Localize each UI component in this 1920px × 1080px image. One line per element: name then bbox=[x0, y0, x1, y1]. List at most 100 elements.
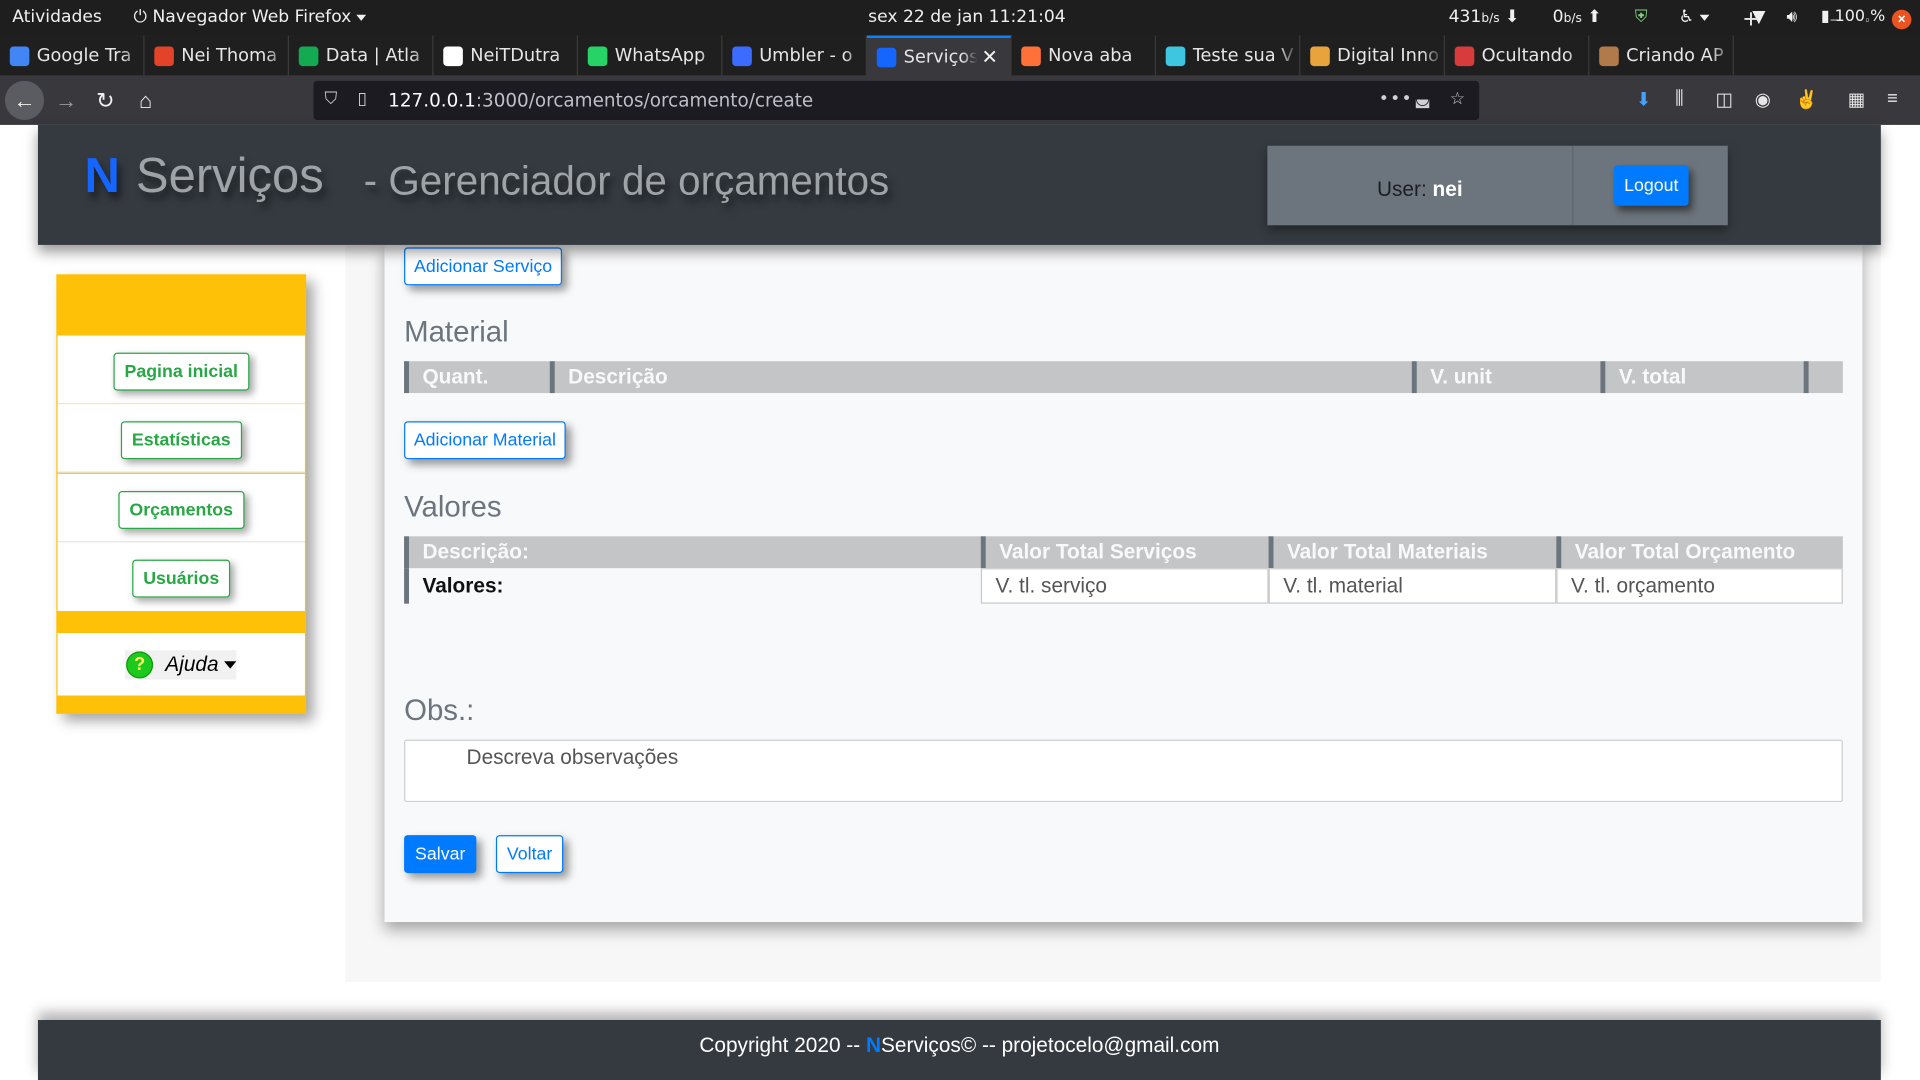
system-top-bar: Atividades ⏻ Navegador Web Firefox sex 2… bbox=[0, 0, 1920, 36]
n-logo-icon bbox=[876, 47, 897, 67]
extensions-grid-icon[interactable]: ▦ bbox=[1848, 88, 1865, 110]
browser-tab[interactable]: Nova aba bbox=[1011, 35, 1156, 76]
google-translate-icon bbox=[9, 45, 30, 66]
page-footer: Copyright 2020 -- NServiços© -- projetoc… bbox=[37, 1020, 1881, 1080]
shield-icon[interactable]: ⛨ bbox=[1635, 7, 1648, 27]
tab-label: Teste sua V bbox=[1192, 45, 1294, 66]
material-table-header: Quant. Descrição V. unit V. total bbox=[404, 361, 1843, 394]
add-service-button[interactable]: Adicionar Serviço bbox=[404, 247, 563, 286]
downloads-icon[interactable]: ⬇ bbox=[1636, 88, 1651, 110]
accessibility-icon[interactable]: ♿ bbox=[1679, 7, 1709, 27]
footer-contact: Serviços© -- projetocelo@gmail.com bbox=[881, 1033, 1220, 1057]
total-servicos-field[interactable]: V. tl. serviço bbox=[980, 568, 1269, 604]
reload-button[interactable]: ↻ bbox=[86, 81, 125, 120]
browser-tab[interactable]: Teste sua V bbox=[1156, 35, 1301, 76]
browser-tab[interactable]: Nei Thoma bbox=[144, 35, 289, 76]
arrow-down-icon: ⬇ bbox=[1505, 7, 1520, 27]
save-button[interactable]: Salvar bbox=[404, 835, 477, 874]
footer-copyright: Copyright 2020 -- bbox=[699, 1033, 866, 1057]
page-actions-icon[interactable]: ••• bbox=[1379, 89, 1413, 109]
obs-textarea[interactable]: Descreva observações bbox=[404, 739, 1843, 803]
browser-tab-strip: Google Tra Nei Thoma Data | Atla NeiTDutra W… bbox=[0, 35, 1920, 76]
net-down-speed: 431b/s ⬇ bbox=[1448, 7, 1520, 27]
hamburger-menu-icon[interactable]: ≡ bbox=[1887, 88, 1898, 109]
close-tab-icon[interactable]: ✕ bbox=[982, 45, 998, 68]
browser-tab[interactable]: Google Tra bbox=[0, 35, 145, 76]
activities-button[interactable]: Atividades bbox=[12, 7, 102, 27]
user-info: User: nei bbox=[1267, 145, 1574, 226]
home-page-button[interactable]: Pagina inicial bbox=[113, 352, 249, 391]
total-materiais-field[interactable]: V. tl. material bbox=[1268, 568, 1557, 604]
extension-icon[interactable]: ✌ bbox=[1795, 88, 1818, 110]
help-icon: ? bbox=[126, 651, 154, 679]
material-section-title: Material bbox=[404, 315, 509, 349]
help-label: Ajuda bbox=[165, 652, 219, 676]
home-button[interactable]: ⌂ bbox=[126, 81, 165, 120]
arrow-up-icon: ⬆ bbox=[1587, 7, 1602, 27]
valores-table-header: Descrição: Valor Total Serviços Valor To… bbox=[404, 536, 1843, 569]
app-menu[interactable]: ⏻ Navegador Web Firefox bbox=[133, 7, 367, 27]
browser-tab[interactable]: Umbler - o bbox=[722, 35, 867, 76]
maximize-button[interactable]: ▫ bbox=[1853, 0, 1882, 40]
close-window-button[interactable]: × bbox=[1891, 9, 1912, 30]
power-icon: ⏻ bbox=[133, 7, 148, 27]
app-menu-label: Navegador Web Firefox bbox=[152, 7, 352, 27]
forward-button[interactable]: → bbox=[47, 81, 86, 120]
umbler-icon bbox=[732, 45, 752, 66]
tab-label: Digital Inno bbox=[1337, 45, 1439, 66]
help-dropdown[interactable]: ? Ajuda bbox=[124, 650, 237, 680]
firefox-icon bbox=[1021, 45, 1041, 66]
tab-label: Umbler - o bbox=[759, 45, 853, 66]
column-header: V. total bbox=[1605, 361, 1809, 394]
mongodb-leaf-icon bbox=[298, 45, 319, 66]
obs-section-title: Obs.: bbox=[404, 694, 475, 728]
column-header: Valor Total Orçamento bbox=[1574, 540, 1796, 564]
sidebar-toggle-icon[interactable]: ◫ bbox=[1716, 88, 1733, 110]
tab-label: WhatsApp bbox=[614, 45, 706, 66]
sidebar-item-orcamentos: Orçamentos bbox=[57, 473, 305, 543]
logo-n: N bbox=[84, 149, 120, 204]
browser-tab[interactable]: Data | Atla bbox=[289, 35, 434, 76]
chevron-down-icon bbox=[356, 14, 367, 21]
chevron-down-icon bbox=[224, 661, 237, 669]
back-button[interactable]: ← bbox=[4, 80, 45, 121]
pocket-icon[interactable]: ◛ bbox=[1414, 89, 1431, 109]
statistics-button[interactable]: Estatísticas bbox=[120, 421, 242, 460]
qa-icon bbox=[1454, 45, 1475, 66]
bookmark-star-icon[interactable]: ☆ bbox=[1450, 89, 1465, 109]
page-info-icon[interactable]: ▯ bbox=[358, 89, 367, 109]
browser-tab[interactable]: Serviços ✕ bbox=[866, 35, 1012, 76]
browser-tab[interactable]: WhatsApp bbox=[578, 35, 723, 76]
volume-icon[interactable]: 🔊︎ bbox=[1787, 7, 1798, 27]
total-orcamento-field[interactable]: V. tl. orçamento bbox=[1556, 568, 1843, 604]
tab-label: Nova aba bbox=[1048, 45, 1133, 66]
logout-button[interactable]: Logout bbox=[1613, 165, 1689, 206]
column-header: Descrição: bbox=[409, 536, 986, 569]
new-tab-button[interactable]: + bbox=[1736, 0, 1765, 40]
app-header: N Serviços - Gerenciador de orçamentos U… bbox=[37, 124, 1881, 245]
clock[interactable]: sex 22 de jan 11:21:04 bbox=[868, 7, 1065, 27]
budgets-button[interactable]: Orçamentos bbox=[118, 491, 245, 529]
browser-tab[interactable]: Ocultando bbox=[1445, 35, 1590, 76]
browser-tab[interactable]: Criando AP bbox=[1589, 35, 1734, 76]
article-icon bbox=[1599, 45, 1619, 66]
add-material-button[interactable]: Adicionar Material bbox=[404, 421, 566, 460]
tracking-protection-shield-icon[interactable]: ⛉ bbox=[324, 89, 337, 109]
browser-tab[interactable]: Digital Inno bbox=[1300, 35, 1445, 76]
account-icon[interactable]: ◉ bbox=[1755, 88, 1771, 110]
users-button[interactable]: Usuários bbox=[132, 559, 231, 598]
speedtest-icon bbox=[1165, 45, 1186, 66]
minimize-button[interactable]: – bbox=[1820, 0, 1849, 40]
library-icon[interactable]: ⫼ bbox=[1675, 88, 1683, 109]
tab-label: Ocultando bbox=[1481, 45, 1573, 66]
sidebar-item-pagina-inicial: Pagina inicial bbox=[57, 335, 305, 405]
column-header: Descrição bbox=[555, 361, 1417, 394]
whatsapp-icon bbox=[587, 45, 608, 66]
column-header: Valor Total Serviços bbox=[986, 536, 1274, 569]
github-icon bbox=[443, 45, 463, 66]
tab-label: Criando AP bbox=[1626, 45, 1724, 66]
browser-toolbar: ← → ↻ ⌂ ⛉ ▯ 127.0.0.1:3000/orcamentos/or… bbox=[0, 75, 1920, 125]
browser-tab[interactable]: NeiTDutra bbox=[433, 35, 578, 76]
url-bar[interactable]: ⛉ ▯ 127.0.0.1:3000/orcamentos/orcamento/… bbox=[313, 80, 1480, 121]
back-button-form[interactable]: Voltar bbox=[495, 835, 564, 874]
